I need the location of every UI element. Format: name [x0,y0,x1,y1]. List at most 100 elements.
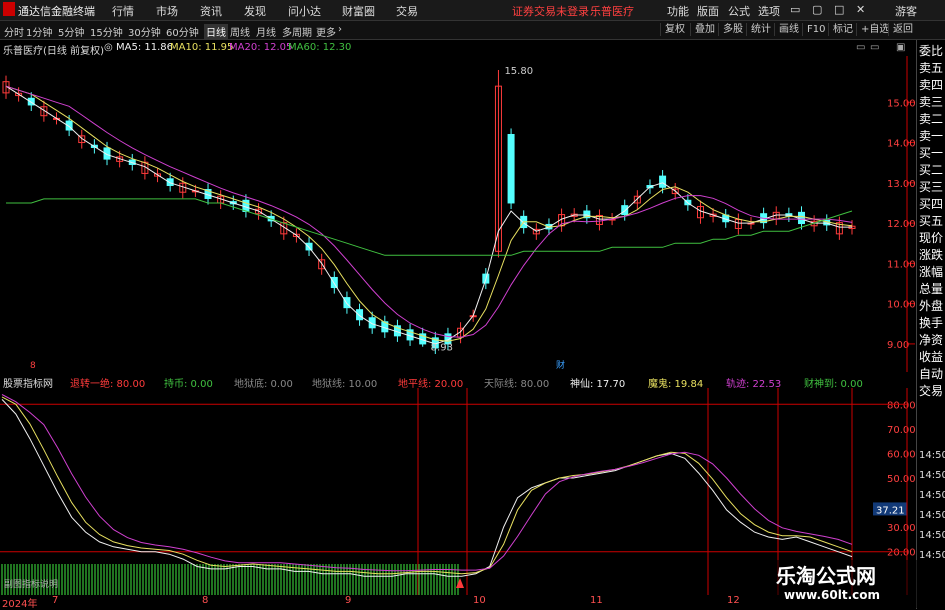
side-label[interactable]: 卖四 [919,76,943,93]
menu-options[interactable]: 选项 [758,3,780,19]
app-logo-icon [3,2,15,16]
candle-body [659,175,667,188]
side-label[interactable]: 净资 [919,331,943,348]
adjust-button[interactable]: 复权 [660,23,689,36]
back-button[interactable]: 返回 [888,23,917,36]
tick-time: 14:50 [919,450,945,461]
price-axis-label: 13.00 [887,179,915,190]
menu-wealth[interactable]: 财富圈 [342,3,375,19]
ma20-line [5,85,853,338]
stock-name-top: 乐普医疗 [590,5,634,18]
zoom-in-icon[interactable]: ▭ [870,42,879,53]
mogui-line [1,396,853,575]
app-name: 通达信金融终端 [18,5,95,18]
settings-gear-icon[interactable]: ◎ [104,42,113,53]
tab-multi[interactable]: 多周期 [282,24,312,39]
side-label[interactable]: 委比 [919,42,943,59]
tab-monthly[interactable]: 月线 [256,24,276,39]
price-chart[interactable]: 15.00 14.00 13.00 12.00 11.00 10.00 9.00 15.80… [0,56,915,372]
side-label[interactable]: 现价 [919,229,943,246]
menu-ask[interactable]: 问小达 [288,3,321,19]
guest-label[interactable]: 游客 [895,3,917,19]
side-label[interactable]: 买一 [919,144,943,161]
tab-1min[interactable]: 1分钟 [26,24,52,39]
price-axis-label: 10.00 [887,300,915,311]
indicator-note: 副图指标说明 [4,578,58,590]
buy-arrow-icon [456,578,464,588]
side-label[interactable]: 交易 [919,382,943,399]
menu-trade[interactable]: 交易 [396,3,418,19]
mark-button[interactable]: 标记 [828,23,857,36]
indicator-axis-label: 70.00 [887,425,915,436]
menu-function[interactable]: 功能 [667,3,689,19]
ma10-label: MA10: 11.95 [170,42,234,53]
menu-layout[interactable]: 版面 [697,3,719,19]
ma10-line [5,85,853,342]
x-label-11: 11 [590,595,603,606]
side-label[interactable]: 涨幅 [919,263,943,280]
menu-discover[interactable]: 发现 [244,3,266,19]
more-arrow-icon[interactable]: › [338,24,342,35]
stats-button[interactable]: 统计 [746,23,775,36]
tab-30min[interactable]: 30分钟 [128,24,161,39]
zoom-out-icon[interactable]: ▭ [856,42,865,53]
minimize-icon[interactable]: ▭ [790,3,800,16]
maximize-icon[interactable]: □ [834,3,844,16]
period-toolbar: 分时 1分钟 5分钟 15分钟 30分钟 60分钟 日线 周线 月线 多周期 更… [0,21,945,40]
close-icon[interactable]: ✕ [856,3,865,16]
panel-icon[interactable]: ▣ [896,42,905,53]
ma20-label: MA20: 12.05 [229,42,293,53]
side-label[interactable]: 外盘 [919,297,943,314]
menu-market[interactable]: 行情 [112,3,134,19]
price-axis-label: 12.00 [887,219,915,230]
menu-news[interactable]: 资讯 [200,3,222,19]
side-label[interactable]: 卖五 [919,59,943,76]
ma5-label: MA5: 11.86 [116,42,174,53]
tab-daily[interactable]: 日线 [204,24,228,39]
draw-button[interactable]: 画线 [774,23,803,36]
side-label[interactable]: 换手 [919,314,943,331]
candle-body [621,205,629,216]
side-label[interactable]: 买四 [919,195,943,212]
side-label[interactable]: 买二 [919,161,943,178]
price-max-label: 15.80 [504,66,533,77]
stock-title: 乐普医疗(日线 前复权) [3,46,104,57]
tick-time: 14:50 [919,510,945,521]
quote-side-panel: 委比 卖五 卖四 卖三 卖二 卖一 买一 买二 买三 买四 买五 现价 涨跌 涨幅 总量 外盘 换手 净资 收益 自动… [916,40,945,609]
side-label[interactable]: 卖一 [919,127,943,144]
side-label[interactable]: 卖二 [919,110,943,127]
tick-time: 14:50 [919,530,945,541]
tab-5min[interactable]: 5分钟 [58,24,84,39]
menu-shichang[interactable]: 市场 [156,3,178,19]
tab-weekly[interactable]: 周线 [230,24,250,39]
x-label-7: 7 [52,595,59,606]
side-label[interactable]: 自动 [919,365,943,382]
tab-60min[interactable]: 60分钟 [166,24,199,39]
indicator-axis-label: 60.00 [887,449,915,460]
side-label[interactable]: 涨跌 [919,246,943,263]
overlay-button[interactable]: 叠加 [690,23,719,36]
side-label[interactable]: 买三 [919,178,943,195]
restore-icon[interactable]: ▢ [812,3,822,16]
multi-stock-button[interactable]: 多股 [718,23,747,36]
side-label[interactable]: 收益 [919,348,943,365]
side-label[interactable]: 卖三 [919,93,943,110]
f10-button[interactable]: F10 [802,23,829,36]
side-label[interactable]: 买五 [919,212,943,229]
x-label-9: 9 [345,595,352,606]
guiji-line [1,394,853,572]
candle-body [507,133,515,204]
ma60-label: MA60: 12.30 [288,42,352,53]
indicator-legend: 股票指标网 退转一绝: 80.00 持币: 0.00 地狱底: 0.00 地狱线: 10… [0,373,915,390]
side-label[interactable]: 总量 [919,280,943,297]
tab-more[interactable]: 更多 [316,24,336,39]
shenxian-line [1,399,853,577]
login-status[interactable]: 证券交易未登录 [512,3,589,19]
tab-15min[interactable]: 15分钟 [90,24,123,39]
ma-legend: 乐普医疗(日线 前复权) ◎ MA5: 11.86 MA10: 11.95 MA… [0,40,915,57]
title-bar: 通达信金融终端 行情 市场 资讯 发现 问小达 财富圈 交易 证券交易未登录 乐… [0,0,945,21]
menu-formula[interactable]: 公式 [728,3,750,19]
tick-time: 14:50 [919,490,945,501]
ma60-line [6,198,853,256]
tab-fenshi[interactable]: 分时 [4,24,24,39]
